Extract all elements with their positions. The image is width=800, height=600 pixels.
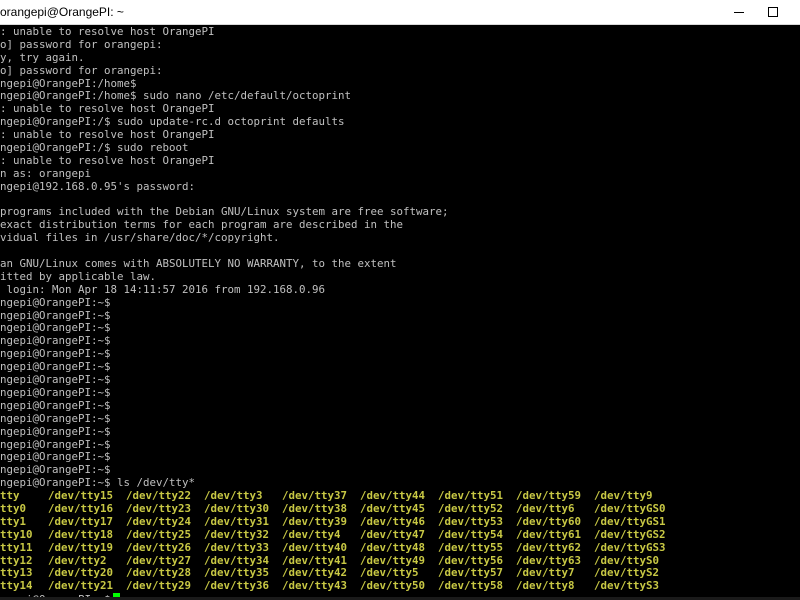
terminal-line: ngepi@OrangePI:/home$: [0, 77, 137, 90]
terminal-line: : unable to resolve host OrangePI: [0, 103, 215, 116]
terminal-line: ngepi@OrangePI:/home$ sudo nano /etc/def…: [0, 90, 352, 103]
terminal-line: ngepi@OrangePI:/$ sudo reboot: [0, 142, 189, 155]
ls-entry: /dev/tty60: [516, 514, 582, 528]
terminal-line: ngepi@OrangePI:~$: [0, 438, 111, 451]
ls-entry: /dev/ttyGS0: [594, 501, 666, 515]
ls-entry: /dev/tty47: [360, 527, 426, 541]
terminal-line: o] password for orangepi:: [0, 64, 163, 77]
ls-entry: /dev/tty32: [204, 527, 270, 541]
ls-output-row: tty11/dev/tty19/dev/tty26/dev/tty33/dev/…: [0, 540, 800, 555]
terminal-line: ngepi@OrangePI:~$: [0, 348, 111, 361]
ls-entry: tty1: [0, 514, 27, 528]
title-bar[interactable]: orangepi@OrangePI: ~: [0, 0, 800, 25]
terminal-line: ngepi@OrangePI:~$: [0, 425, 111, 438]
ls-entry: /dev/tty4: [282, 527, 341, 541]
ls-entry: /dev/tty29: [126, 579, 192, 593]
ls-entry: /dev/tty26: [126, 540, 192, 554]
terminal-line: ngepi@OrangePI:~$: [0, 464, 111, 477]
ls-entry: tty0: [0, 501, 27, 515]
ls-entry: /dev/tty8: [516, 579, 575, 593]
window-title: orangepi@OrangePI: ~: [0, 5, 124, 19]
ls-entry: /dev/tty39: [282, 514, 348, 528]
terminal-line: programs included with the Debian GNU/Li…: [0, 206, 449, 219]
ls-entry: /dev/tty61: [516, 527, 582, 541]
ls-entry: /dev/tty54: [438, 527, 504, 541]
ls-entry: tty14: [0, 579, 33, 593]
ls-entry: /dev/tty36: [204, 579, 270, 593]
ls-entry: /dev/ttyGS1: [594, 514, 666, 528]
ls-entry: /dev/tty17: [48, 514, 114, 528]
ls-entry: /dev/tty16: [48, 501, 114, 515]
ls-entry: /dev/tty46: [360, 514, 426, 528]
ls-entry: /dev/tty33: [204, 540, 270, 554]
ls-entry: /dev/tty53: [438, 514, 504, 528]
minimize-button[interactable]: [722, 0, 756, 24]
terminal-line: ngepi@OrangePI:~$: [0, 296, 111, 309]
terminal-line: n as: orangepi: [0, 167, 92, 180]
ls-output-row: tty14/dev/tty21/dev/tty29/dev/tty36/dev/…: [0, 579, 800, 593]
ls-entry: tty10: [0, 527, 33, 541]
ls-entry: /dev/tty52: [438, 501, 504, 515]
ls-entry: tty11: [0, 540, 33, 554]
terminal-line: ngepi@OrangePI:~$: [0, 361, 111, 374]
ls-entry: /dev/tty40: [282, 540, 348, 554]
ls-entry: /dev/tty25: [126, 527, 192, 541]
terminal-line: ngepi@OrangePI:~$: [0, 386, 111, 399]
ls-entry: /dev/tty23: [126, 501, 192, 515]
ls-entry: /dev/tty48: [360, 540, 426, 554]
terminal-line: ngepi@OrangePI:~$: [0, 309, 111, 322]
ls-entry: /dev/tty18: [48, 527, 114, 541]
minimize-icon: [734, 11, 744, 13]
terminal-line: o] password for orangepi:: [0, 38, 163, 51]
terminal-line: ngepi@OrangePI:~$: [0, 412, 111, 425]
ls-output-row: tty1/dev/tty17/dev/tty24/dev/tty31/dev/t…: [0, 514, 800, 529]
maximize-icon: [768, 7, 778, 17]
ls-entry: /dev/ttyGS3: [594, 540, 666, 554]
terminal-output[interactable]: : unable to resolve host OrangePI o] pass…: [0, 25, 800, 600]
ls-entry: /dev/tty45: [360, 501, 426, 515]
ls-entry: /dev/tty58: [438, 579, 504, 593]
ls-entry: /dev/tty43: [282, 579, 348, 593]
terminal-line: vidual files in /usr/share/doc/*/copyrig…: [0, 232, 280, 245]
terminal-line: ngepi@OrangePI:~$: [0, 451, 111, 464]
terminal-line: an GNU/Linux comes with ABSOLUTELY NO WA…: [0, 258, 397, 271]
terminal-window: orangepi@OrangePI: ~ : unable to resolve…: [0, 0, 800, 600]
ls-entry: /dev/tty24: [126, 514, 192, 528]
terminal-line: itted by applicable law.: [0, 270, 157, 283]
terminal-line: y, try again.: [0, 51, 85, 64]
maximize-button[interactable]: [756, 0, 790, 24]
terminal-line: : unable to resolve host OrangePI: [0, 154, 215, 167]
ls-entry: /dev/tty55: [438, 540, 504, 554]
ls-entry: /dev/tty62: [516, 540, 582, 554]
terminal-line: ngepi@OrangePI:~$: [0, 374, 111, 387]
terminal-line: : unable to resolve host OrangePI: [0, 129, 215, 142]
ls-output-row: tty0/dev/tty16/dev/tty23/dev/tty30/dev/t…: [0, 501, 800, 516]
ls-entry: /dev/tty38: [282, 501, 348, 515]
terminal-line: ngepi@192.168.0.95's password:: [0, 180, 196, 193]
terminal-line: ngepi@OrangePI:/$ sudo update-rc.d octop…: [0, 116, 345, 129]
terminal-line: : unable to resolve host OrangePI: [0, 26, 215, 38]
terminal-line: login: Mon Apr 18 14:11:57 2016 from 192…: [0, 283, 326, 296]
ls-output-row: tty10/dev/tty18/dev/tty25/dev/tty32/dev/…: [0, 527, 800, 542]
ls-entry: /dev/tty50: [360, 579, 426, 593]
ls-entry: /dev/tty31: [204, 514, 270, 528]
ls-entry: /dev/ttyS3: [594, 579, 660, 593]
terminal-line: ngepi@OrangePI:~$: [0, 335, 111, 348]
ls-entry: /dev/tty6: [516, 501, 575, 515]
ls-entry: /dev/tty30: [204, 501, 270, 515]
ls-entry: /dev/tty21: [48, 579, 114, 593]
terminal-line: ngepi@OrangePI:~$: [0, 399, 111, 412]
ls-entry: /dev/ttyGS2: [594, 527, 666, 541]
terminal-line: ngepi@OrangePI:~$: [0, 322, 111, 335]
ls-entry: /dev/tty19: [48, 540, 114, 554]
terminal-line: exact distribution terms for each progra…: [0, 219, 404, 232]
